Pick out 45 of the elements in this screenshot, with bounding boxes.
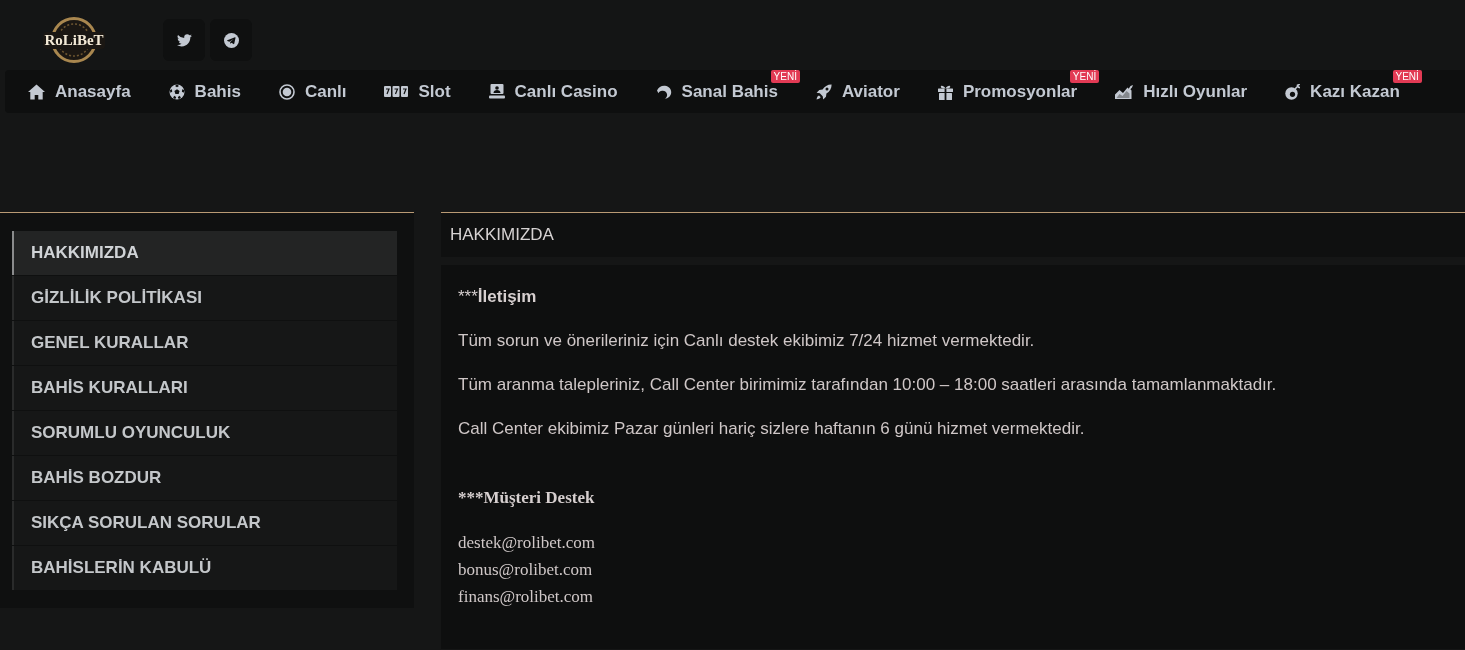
section-heading: ***İletişim: [458, 286, 537, 308]
radio-circle-icon: [278, 83, 295, 100]
social-button[interactable]: [210, 19, 252, 61]
nav-link[interactable]: Canlı Casino: [488, 83, 618, 100]
sidebar-item[interactable]: BAHİS BOZDUR: [12, 456, 397, 500]
slot-reels-icon: [384, 86, 409, 97]
nav-link[interactable]: Slot: [384, 83, 451, 100]
nav-link[interactable]: Anasayfa: [28, 83, 131, 100]
swirl-icon: [655, 84, 672, 99]
new-badge: YENİ: [1392, 70, 1422, 83]
nav-link[interactable]: Hızlı Oyunlar: [1115, 83, 1248, 100]
nav-link[interactable]: Sanal Bahis: [655, 83, 778, 100]
bird-icon: [176, 33, 192, 47]
social-button[interactable]: [163, 19, 205, 61]
paragraph: Tüm sorun ve önerileriniz için Canlı destek ekibimiz 7/24 hizmet vermektedir.: [458, 330, 1035, 352]
section-title: HAKKIMIZDA: [450, 224, 554, 247]
bomb-icon: [1285, 83, 1301, 100]
section-heading: ***Müşteri Destek: [458, 487, 595, 509]
email-address: bonus@rolibet.com: [458, 559, 593, 581]
area-chart-icon: [1115, 84, 1134, 99]
rocket-icon: [815, 83, 832, 100]
nav-link[interactable]: Kazı Kazan: [1285, 83, 1400, 100]
new-badge: YENİ: [770, 70, 800, 83]
sidebar-item[interactable]: HAKKIMIZDA: [12, 231, 397, 275]
nav-link[interactable]: Promosyonlar: [937, 83, 1078, 100]
email-address: finans@rolibet.com: [458, 586, 594, 608]
monitor-person-icon: [488, 84, 505, 99]
nav-link[interactable]: Aviator: [815, 83, 900, 100]
nav-link[interactable]: Canlı: [278, 83, 347, 100]
sidebar-item[interactable]: BAHİSLERİN KABULÜ: [12, 546, 397, 590]
sidebar-item[interactable]: SIKÇA SORULAN SORULAR: [12, 501, 397, 545]
new-badge: YENİ: [1069, 70, 1100, 83]
gift-icon: [937, 83, 953, 100]
paragraph: Call Center ekibimiz Pazar günleri hariç sizlere haftanın 6 günü hizmet vermektedir.: [458, 418, 1085, 440]
sidebar-item[interactable]: SORUMLU OYUNCULUK: [12, 411, 397, 455]
sidebar-item[interactable]: GİZLİLİK POLİTİKASI: [12, 276, 397, 320]
paper-plane-icon: [223, 32, 239, 48]
nav-link[interactable]: Bahis: [168, 83, 241, 100]
home-icon: [28, 83, 45, 100]
paragraph: Tüm aranma talepleriniz, Call Center birimimiz tarafından 10:00 – 18:00 saatleri arasında tamamlanmaktadır.: [458, 374, 1277, 396]
sidebar-item[interactable]: BAHİS KURALLARI: [12, 366, 397, 410]
logo-text: RoLiBeT: [43, 31, 105, 49]
email-address: destek@rolibet.com: [458, 532, 595, 554]
sidebar-item[interactable]: GENEL KURALLAR: [12, 321, 397, 365]
soccer-ball-icon: [168, 83, 185, 100]
